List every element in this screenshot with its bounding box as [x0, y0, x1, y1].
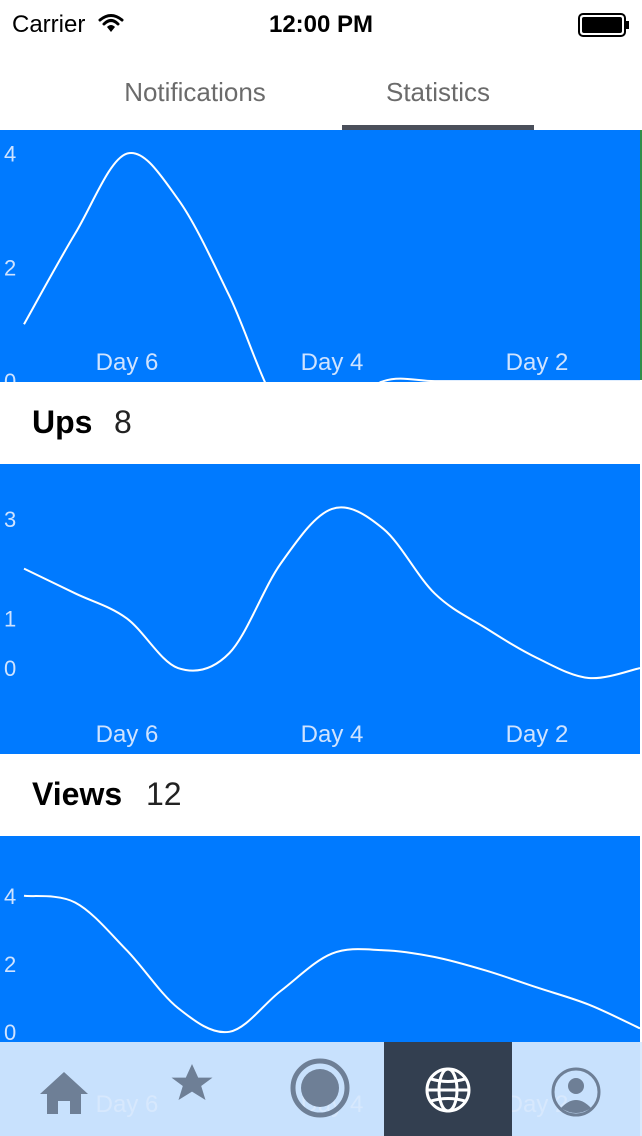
status-bar: Carrier 12:00 PM: [0, 0, 642, 50]
x-tick-label: Day 6: [96, 349, 159, 376]
star-icon: [171, 1064, 213, 1100]
section-ups: Ups 8: [0, 382, 642, 464]
section-views: Views 12: [0, 754, 642, 836]
tab-bar-home[interactable]: [0, 1042, 128, 1136]
top-tabs: Notifications Statistics: [0, 50, 642, 130]
y-tick-label: 0: [4, 369, 16, 382]
tab-notifications[interactable]: Notifications: [80, 50, 310, 130]
y-tick-label: 4: [4, 884, 16, 909]
chart-panel-2: 0 1 3 Day 6 Day 4 Day 2: [0, 464, 640, 754]
battery-icon: [578, 13, 629, 37]
x-tick-label: Day 4: [301, 721, 364, 748]
y-tick-label: 3: [4, 507, 16, 532]
home-icon: [40, 1072, 88, 1114]
y-tick-label: 1: [4, 606, 16, 631]
status-time: 12:00 PM: [268, 11, 374, 38]
x-tick-label: Day 2: [506, 349, 569, 376]
globe-icon: [425, 1067, 471, 1113]
series-line: [23, 506, 640, 680]
tab-bar-record[interactable]: [256, 1042, 384, 1136]
tab-bar: [0, 1042, 642, 1136]
circle-icon: [290, 1058, 350, 1118]
x-tick-label: Day 6: [96, 721, 159, 748]
tab-statistics[interactable]: Statistics: [342, 50, 534, 130]
section-title-ups: Ups: [32, 404, 93, 440]
section-count-views: 12: [146, 776, 182, 812]
x-tick-label: Day 2: [506, 721, 569, 748]
section-count-ups: 8: [114, 404, 132, 440]
section-title-views: Views: [32, 776, 123, 812]
profile-icon: [551, 1067, 601, 1117]
line-chart-1: 0 2 4 Day 6 Day 4 Day 2: [4, 142, 640, 382]
tab-bar-profile[interactable]: [512, 1042, 640, 1136]
y-tick-label: 0: [4, 656, 16, 681]
tab-bar-favorites[interactable]: [128, 1042, 256, 1136]
series-line: [23, 894, 640, 1034]
line-chart-2: 0 1 3 Day 6 Day 4 Day 2: [4, 506, 640, 748]
chart-panel-1: 0 2 4 Day 6 Day 4 Day 2: [0, 130, 640, 382]
y-tick-label: 2: [4, 255, 16, 280]
y-tick-label: 2: [4, 952, 16, 977]
tab-bar-explore[interactable]: [384, 1042, 512, 1136]
series-line: [23, 151, 640, 382]
x-tick-label: Day 4: [301, 349, 364, 376]
y-tick-label: 4: [4, 142, 16, 167]
